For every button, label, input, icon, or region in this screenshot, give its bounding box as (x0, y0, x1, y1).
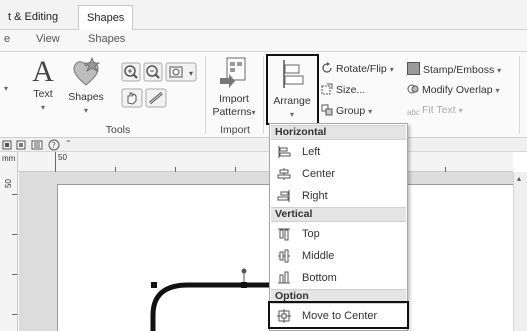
arrange-menu: Horizontal Left Center Right Vertical To… (269, 123, 408, 331)
quick-access-toolbar: ? ⁼ (0, 138, 527, 152)
ribbon-separator (263, 56, 264, 134)
tools-group-label: Tools (105, 124, 131, 136)
frame-icon[interactable] (2, 140, 12, 150)
group-label: Group (336, 105, 366, 117)
tab-view[interactable]: View (36, 33, 60, 45)
group-button[interactable]: Group ▾ (321, 104, 372, 117)
horizontal-ruler: 50 (18, 152, 513, 172)
ruler-tick (12, 194, 17, 195)
menu-item-label: Middle (302, 250, 335, 262)
menu-header-vertical: Vertical (271, 207, 406, 222)
chevron-down-icon[interactable]: ▾ (4, 84, 8, 93)
heart-star-icon (73, 56, 101, 86)
chevron-down-icon: ▾ (495, 86, 500, 95)
shapes-button-label: Shapes (68, 91, 104, 103)
scroll-up-icon[interactable]: ▴ (517, 174, 521, 183)
customize-dropdown-icon[interactable]: ⁼ (66, 138, 71, 149)
vertical-ruler: mm 50 (0, 152, 18, 331)
ruler-tick (12, 234, 17, 235)
import-group-label: Import (220, 124, 250, 136)
size-label: Size... (336, 84, 366, 96)
menu-item-align-bottom[interactable]: Bottom (271, 267, 406, 289)
measure-icon[interactable] (145, 88, 167, 108)
tab-shapes[interactable]: Shapes (78, 5, 134, 31)
menu-item-label: Bottom (302, 272, 337, 284)
tab-text-editing[interactable]: t & Editing (0, 5, 66, 30)
modify-overlap-button[interactable]: Modify Overlap ▾ (407, 83, 500, 96)
menu-item-align-left[interactable]: Left (271, 141, 406, 163)
stamp-emboss-button[interactable]: Stamp/Emboss ▾ (407, 62, 501, 76)
menu-item-label: Top (302, 228, 320, 240)
tab-partial[interactable]: e (4, 33, 10, 45)
import-label-text: Patterns (212, 106, 252, 118)
chevron-down-icon: ▾ (251, 108, 256, 117)
group-icon (321, 104, 333, 116)
text-button[interactable]: A Text ▾ (26, 56, 60, 114)
svg-text:▾: ▾ (189, 69, 193, 78)
move-to-center-highlight (268, 301, 409, 329)
import-patterns-button[interactable]: Import Patterns▾ (208, 56, 260, 119)
zoom-in-icon[interactable] (121, 62, 141, 82)
import-label-line1: Import (219, 93, 249, 105)
ruler-left-tick: 50 (3, 179, 13, 188)
chevron-down-icon: ▾ (40, 103, 45, 112)
menu-item-align-center[interactable]: Center (271, 163, 406, 185)
menu-item-align-middle[interactable]: Middle (271, 245, 406, 267)
page-view-icon[interactable] (16, 140, 26, 150)
secondary-tab-bar: e View Shapes (0, 30, 527, 52)
help-icon[interactable]: ? (48, 139, 60, 151)
modify-overlap-label: Modify Overlap (422, 84, 493, 96)
align-center-icon (277, 168, 291, 180)
svg-text:?: ? (52, 141, 56, 150)
zoom-fit-icon[interactable]: ▾ (165, 62, 197, 82)
menu-item-label: Right (302, 190, 328, 202)
list-view-icon[interactable] (31, 140, 43, 150)
shapes-button[interactable]: Shapes ▾ (64, 56, 108, 117)
stamp-emboss-label: Stamp/Emboss (423, 64, 495, 76)
rotate-icon (321, 62, 333, 74)
menu-item-align-top[interactable]: Top (271, 223, 406, 245)
import-label-line2: Patterns▾ (208, 106, 260, 119)
ruler-tick (12, 274, 17, 275)
text-button-label: Text (33, 88, 53, 100)
size-icon (321, 83, 333, 95)
ruler-unit: mm (2, 154, 16, 163)
menu-item-label: Left (302, 146, 321, 158)
chevron-down-icon: ▾ (458, 106, 463, 115)
align-right-icon (277, 190, 290, 202)
ribbon-tab-bar: t & Editing Shapes (0, 0, 527, 31)
ruler-major-tick (55, 152, 56, 172)
text-icon: A (32, 55, 54, 88)
import-patterns-icon (220, 57, 246, 88)
ribbon-separator (519, 56, 520, 134)
align-top-icon (278, 228, 290, 241)
rotate-flip-label: Rotate/Flip (336, 63, 387, 75)
hand-pan-icon[interactable] (121, 88, 143, 108)
overlap-icon (407, 83, 419, 95)
chevron-down-icon: ▾ (368, 107, 373, 116)
align-bottom-icon (278, 271, 290, 284)
size-button[interactable]: Size... (321, 83, 365, 96)
align-left-icon (278, 146, 291, 158)
ruler-tick (12, 314, 17, 315)
chevron-down-icon: ▾ (389, 65, 394, 74)
ribbon-separator (205, 56, 206, 134)
arrange-highlight (266, 54, 319, 125)
chevron-down-icon: ▾ (497, 66, 502, 75)
menu-item-align-right[interactable]: Right (271, 185, 406, 207)
fit-text-icon: abc (407, 108, 420, 117)
ribbon: ▾ A Text ▾ Shapes ▾ ▾ Tools Import Patte… (0, 52, 527, 138)
stamp-icon (407, 62, 420, 75)
rotate-flip-button[interactable]: Rotate/Flip ▾ (321, 62, 394, 75)
tab-shapes-secondary[interactable]: Shapes (88, 33, 125, 45)
zoom-out-icon[interactable] (143, 62, 163, 82)
menu-header-horizontal: Horizontal (271, 125, 406, 140)
chevron-down-icon: ▾ (83, 106, 88, 115)
align-middle-icon (278, 249, 290, 263)
menu-item-label: Center (302, 168, 336, 180)
vertical-scrollbar[interactable]: ▴ (513, 172, 527, 331)
fit-text-button[interactable]: abc Fit Text ▾ (407, 104, 463, 119)
ruler-top-tick: 50 (58, 153, 67, 162)
fit-text-label: Fit Text (422, 104, 456, 116)
